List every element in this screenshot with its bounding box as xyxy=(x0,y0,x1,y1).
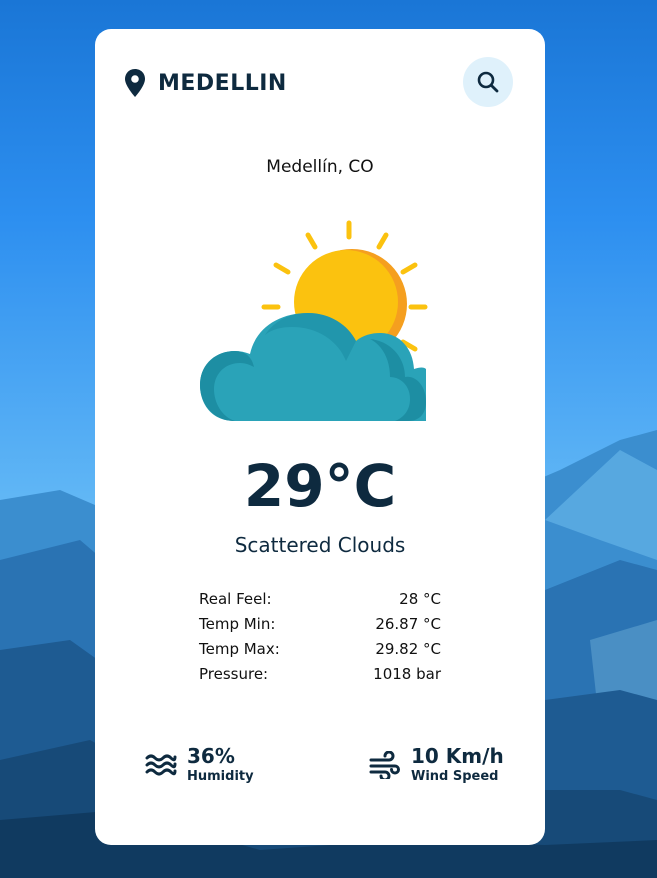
location-label: Medellín, CO xyxy=(266,157,374,177)
detail-label: Temp Min: xyxy=(199,615,276,633)
temperature-value: 29°C xyxy=(243,452,397,520)
search-button[interactable] xyxy=(463,57,513,107)
wind-icon xyxy=(369,750,400,779)
waves-icon xyxy=(145,754,177,775)
weather-card: MEDELLIN Medellín, CO 29°C Scattered Clo xyxy=(95,29,545,845)
detail-label: Real Feel: xyxy=(199,590,272,608)
detail-label: Pressure: xyxy=(199,665,269,683)
detail-label: Temp Max: xyxy=(199,640,280,658)
humidity-label: Humidity xyxy=(187,769,254,784)
search-icon xyxy=(477,71,499,93)
wind-stat: 10 Km/h Wind Speed xyxy=(369,745,504,784)
city-header: MEDELLIN xyxy=(124,69,287,97)
detail-value: 28 °C xyxy=(399,590,441,608)
detail-value: 1018 bar xyxy=(373,665,441,683)
city-title: MEDELLIN xyxy=(158,70,287,96)
wind-label: Wind Speed xyxy=(411,769,499,784)
detail-row-real-feel: Real Feel: 28 °C xyxy=(199,589,441,614)
humidity-stat: 36% Humidity xyxy=(145,745,254,784)
detail-row-pressure: Pressure: 1018 bar xyxy=(199,664,441,689)
detail-row-temp-min: Temp Min: 26.87 °C xyxy=(199,614,441,639)
detail-row-temp-max: Temp Max: 29.82 °C xyxy=(199,639,441,664)
detail-value: 26.87 °C xyxy=(375,615,441,633)
humidity-value: 36% xyxy=(187,744,235,768)
map-pin-icon xyxy=(125,69,145,97)
sun-behind-cloud-icon xyxy=(200,220,428,421)
weather-description: Scattered Clouds xyxy=(234,533,406,557)
weather-details: Real Feel: 28 °C Temp Min: 26.87 °C Temp… xyxy=(199,589,441,689)
detail-value: 29.82 °C xyxy=(375,640,441,658)
wind-value: 10 Km/h xyxy=(411,744,504,768)
